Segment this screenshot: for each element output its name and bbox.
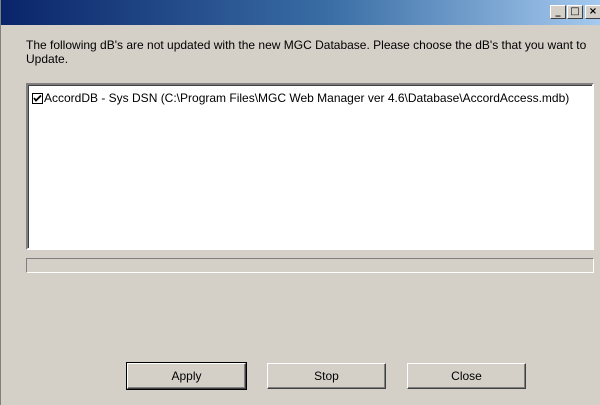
maximize-button[interactable]: □ [567, 5, 583, 19]
title-bar[interactable]: _ □ × [1, 0, 600, 25]
database-label: AccordDB - Sys DSN (C:\Program Files\MGC… [44, 91, 570, 105]
checkmark-icon [33, 94, 42, 102]
apply-button[interactable]: Apply [126, 362, 247, 390]
close-window-button[interactable]: × [585, 5, 600, 19]
minimize-icon: _ [555, 6, 561, 17]
close-icon: × [588, 6, 598, 17]
database-checkbox[interactable] [32, 92, 43, 104]
list-item[interactable]: AccordDB - Sys DSN (C:\Program Files\MGC… [32, 91, 569, 105]
minimize-button[interactable]: _ [550, 5, 566, 19]
maximize-icon: □ [570, 6, 580, 17]
stop-button[interactable]: Stop [267, 363, 386, 389]
database-list[interactable]: AccordDB - Sys DSN (C:\Program Files\MGC… [26, 83, 594, 250]
close-button[interactable]: Close [407, 363, 526, 389]
progress-bar [26, 258, 594, 273]
dialog-window: _ □ × The following dB's are not updated… [0, 0, 600, 405]
instruction-text: The following dB's are not updated with … [26, 38, 587, 66]
